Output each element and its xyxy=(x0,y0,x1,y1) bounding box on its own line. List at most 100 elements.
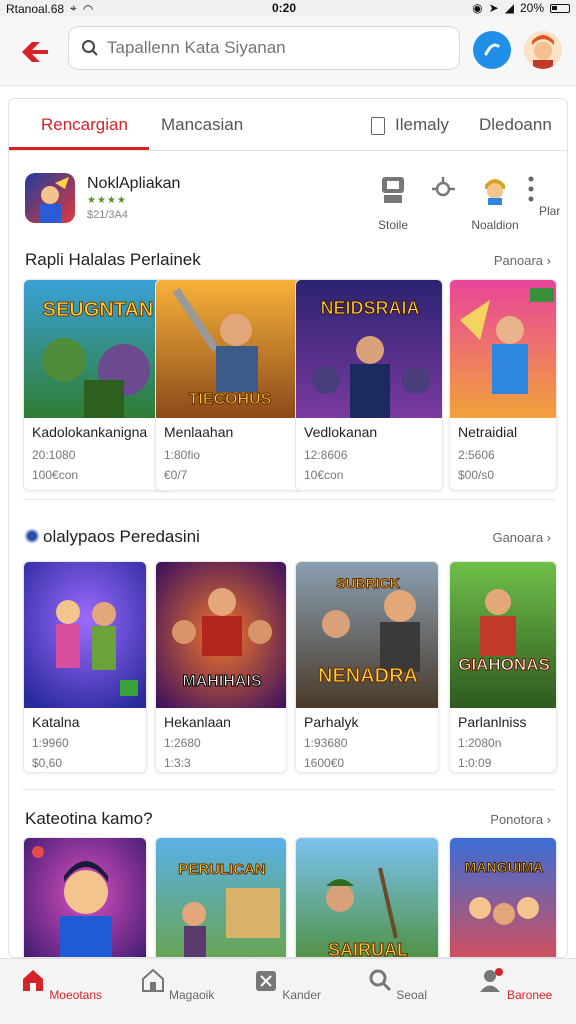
search-bar[interactable] xyxy=(68,26,460,70)
game-tile[interactable]: SEUGNTAN Kadolokankanigna 20:1080 100€co… xyxy=(23,279,171,491)
calendar-icon xyxy=(255,971,276,991)
game-tile[interactable]: Katalna 1:9960 $0,60 xyxy=(23,561,147,773)
game-name: Kadolokankanigna xyxy=(32,424,148,440)
game-price: €0/7 xyxy=(164,468,188,482)
swirl-icon xyxy=(484,43,500,56)
nav-label: Seoal xyxy=(396,988,428,1002)
nav-label: Magaoik xyxy=(168,988,215,1002)
game-meta: 1:2680 xyxy=(164,736,201,750)
game-cover xyxy=(24,838,146,957)
game-name: Parlanlniss xyxy=(458,714,527,730)
search-icon xyxy=(369,969,392,992)
nav-item-store[interactable]: Magaoik xyxy=(122,967,232,1002)
nav-label: Moeotans xyxy=(49,988,103,1002)
cover-title: PERULICAN xyxy=(178,861,266,878)
tab-browse[interactable]: Mancasian xyxy=(161,115,243,135)
game-tile[interactable]: SUBRICK NENADRA Parhalyk 1:93680 1600€0 xyxy=(295,561,439,773)
game-tile[interactable]: Netraidial 2:5606 $00/s0 xyxy=(449,279,557,491)
nav-label: Baronee xyxy=(506,988,553,1002)
app-icon xyxy=(25,173,75,223)
app-title: NoklApliakan xyxy=(87,175,181,192)
navigation-icon: ➤ xyxy=(488,1,499,15)
cover-title: SAIRUAL xyxy=(328,940,408,958)
section-title: Rapli Halalas Perlainek xyxy=(25,250,201,269)
action-button[interactable] xyxy=(473,31,511,69)
game-name: Menlaahan xyxy=(164,424,234,440)
search-input[interactable] xyxy=(107,38,447,58)
quick-action-character[interactable]: Noaldion xyxy=(465,173,525,232)
game-name: Katalna xyxy=(32,714,80,730)
share-icon xyxy=(432,177,455,197)
game-meta: 1:93680 xyxy=(304,736,348,750)
game-name: Hekanlaan xyxy=(164,714,231,730)
search-icon xyxy=(82,40,98,56)
featured-app[interactable]: NoklApliakan ★★★★ $21/3A4 Stoile Noaldio… xyxy=(9,159,567,239)
game-cover: TIECOHUS xyxy=(156,280,302,418)
nav-label: Kander xyxy=(282,988,322,1002)
active-tab-indicator xyxy=(9,147,149,150)
section-see-all-link[interactable]: Ponotora › xyxy=(490,812,551,827)
quick-action-label: Stoile xyxy=(377,218,409,232)
nav-item-profile[interactable]: Baronee xyxy=(460,967,570,1002)
app-price: $21/3A4 xyxy=(87,209,128,221)
game-cover xyxy=(450,280,556,418)
game-meta: 2:5606 xyxy=(458,448,495,462)
store-icon xyxy=(382,177,404,203)
game-cover: GIAHONAS xyxy=(450,562,556,708)
app-rating-stars: ★★★★ xyxy=(87,195,127,206)
game-price: $0,60 xyxy=(32,756,63,770)
game-tile[interactable]: PERULICAN xyxy=(155,837,287,957)
game-meta: 1:80fio xyxy=(164,448,201,462)
tab-search[interactable]: Rencargian xyxy=(41,115,128,135)
nav-item-calendar[interactable]: Kander xyxy=(232,967,342,1002)
game-meta: 12:8606 xyxy=(304,448,348,462)
game-tile[interactable]: NEIDSRAIA Vedlokanan 12:8606 10€con xyxy=(295,279,443,491)
game-price: 1600€0 xyxy=(304,756,345,770)
tab-library[interactable]: Ilemaly xyxy=(395,115,449,135)
divider xyxy=(23,789,555,790)
alarm-icon: ◉ xyxy=(472,1,483,15)
more-icon xyxy=(528,176,534,202)
wifi-icon: ◠ xyxy=(82,1,94,16)
game-cover: PERULICAN xyxy=(156,838,286,957)
logo-icon[interactable] xyxy=(20,40,50,64)
document-icon xyxy=(371,117,385,135)
battery-icon xyxy=(550,3,570,13)
avatar[interactable] xyxy=(524,31,562,69)
svg-text:SUBRICK: SUBRICK xyxy=(336,575,400,591)
cover-title: TIECOHUS xyxy=(189,391,272,408)
quick-action-label: Noaldion xyxy=(471,218,519,232)
game-tile[interactable]: MAHIHAIS Hekanlaan 1:2680 1:3:3 xyxy=(155,561,287,773)
game-cover: NEIDSRAIA xyxy=(296,280,442,418)
section-see-all-link[interactable]: Panoara › xyxy=(494,253,551,268)
top-bar xyxy=(0,16,576,86)
nav-item-home[interactable]: Moeotans xyxy=(6,967,116,1002)
category-icon xyxy=(25,529,39,543)
quick-action-more[interactable]: Plar xyxy=(523,173,563,218)
quick-action-share[interactable] xyxy=(413,173,473,218)
game-cover: SAIRUAL xyxy=(296,838,438,958)
status-bar: Rtanoal.68 ⌖ ◠ 0:20 ◉ ➤ ◢ 20% xyxy=(0,0,576,16)
game-price: 1:3:3 xyxy=(164,756,191,770)
nav-item-search[interactable]: Seoal xyxy=(342,967,452,1002)
game-cover xyxy=(24,562,146,708)
game-tile[interactable]: SAIRUAL xyxy=(295,837,439,958)
section-see-all-link[interactable]: Ganoara › xyxy=(492,530,551,545)
tab-bar: Rencargian Mancasian Ilemaly Dledoann xyxy=(9,99,567,151)
tab-downloads[interactable]: Dledoann xyxy=(479,115,552,135)
divider xyxy=(23,499,555,500)
carrier-label: Rtanoal.68 xyxy=(6,1,65,16)
clock: 0:20 xyxy=(272,1,297,15)
location-icon: ⌖ xyxy=(70,1,77,15)
game-tile[interactable]: MANGUIMA xyxy=(449,837,557,957)
game-meta: 20:1080 xyxy=(32,448,76,462)
game-tile[interactable]: GIAHONAS Parlanlniss 1:2080n 1:0:09 xyxy=(449,561,557,773)
cover-title: SEUGNTAN xyxy=(43,299,154,321)
house-icon xyxy=(141,968,164,992)
game-tile[interactable]: TIECOHUS Menlaahan 1:80fio €0/7 xyxy=(155,279,303,491)
cover-title: MANGUIMA xyxy=(465,859,544,875)
quick-action-label: Plar xyxy=(539,204,561,218)
cover-title: NENADRA xyxy=(318,665,418,687)
game-price: 100€con xyxy=(32,468,79,482)
game-tile[interactable] xyxy=(23,837,147,957)
